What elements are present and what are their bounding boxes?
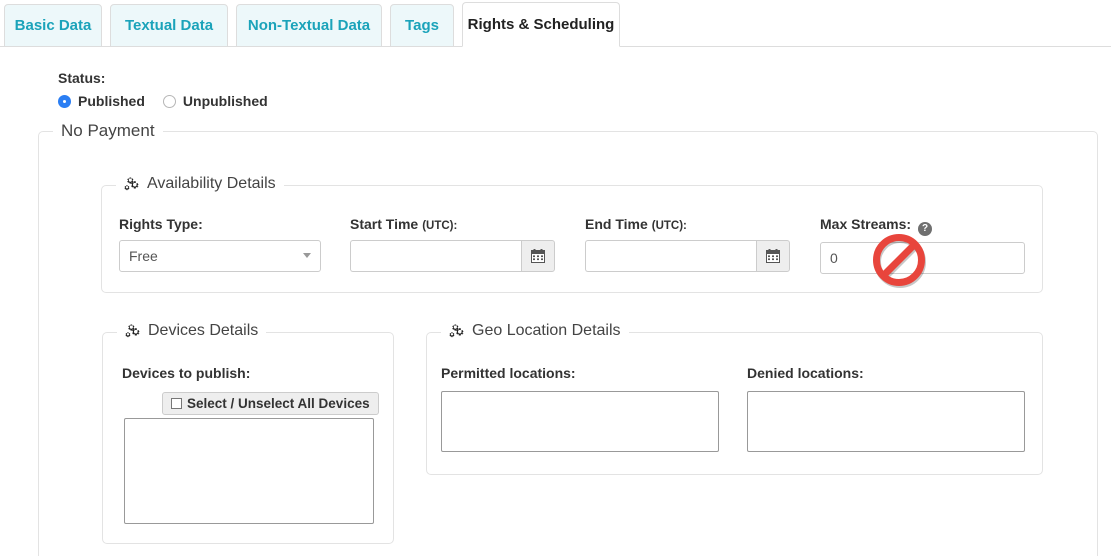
tab-bar: Basic Data Textual Data Non-Textual Data… bbox=[0, 0, 1111, 47]
status-label: Status: bbox=[58, 70, 106, 86]
start-time-label-main: Start Time bbox=[350, 216, 419, 232]
select-all-devices-label: Select / Unselect All Devices bbox=[187, 396, 370, 411]
status-option-published-label: Published bbox=[78, 93, 145, 109]
permitted-locations-listbox[interactable] bbox=[441, 391, 719, 452]
end-time-field: End Time (UTC): bbox=[585, 216, 790, 272]
end-time-input[interactable] bbox=[585, 240, 756, 272]
geo-location-details-legend-label: Geo Location Details bbox=[472, 322, 621, 339]
max-streams-label: Max Streams: ? bbox=[820, 216, 1025, 236]
availability-details-legend-label: Availability Details bbox=[147, 175, 276, 192]
tab-rights-scheduling[interactable]: Rights & Scheduling bbox=[462, 2, 620, 47]
calendar-icon bbox=[531, 249, 545, 263]
tab-tags-label: Tags bbox=[405, 17, 439, 34]
tab-rights-scheduling-label: Rights & Scheduling bbox=[467, 16, 615, 33]
devices-to-publish-label: Devices to publish: bbox=[122, 365, 251, 381]
status-option-unpublished-label: Unpublished bbox=[182, 93, 268, 109]
start-time-input[interactable] bbox=[350, 240, 521, 272]
tab-non-textual-data-label: Non-Textual Data bbox=[247, 17, 371, 34]
permitted-locations-field: Permitted locations: bbox=[441, 365, 731, 452]
status-block: Status: Published Unpublished bbox=[58, 70, 268, 109]
select-all-devices-checkbox[interactable] bbox=[171, 398, 182, 409]
end-time-input-group bbox=[585, 240, 790, 272]
help-icon[interactable]: ? bbox=[918, 222, 933, 236]
radio-unpublished[interactable] bbox=[162, 94, 176, 108]
cogs-icon bbox=[125, 324, 142, 339]
start-time-field: Start Time (UTC): bbox=[350, 216, 555, 272]
tab-tags[interactable]: Tags bbox=[390, 4, 454, 47]
start-time-label-sub: (UTC): bbox=[422, 220, 458, 232]
devices-details-legend: Devices Details bbox=[117, 322, 267, 340]
rights-type-select-wrap bbox=[119, 240, 321, 272]
max-streams-input[interactable] bbox=[820, 242, 1025, 274]
availability-details-panel: Availability Details Rights Type: Start … bbox=[101, 175, 1043, 293]
rights-type-field: Rights Type: bbox=[119, 216, 321, 272]
devices-details-panel: Devices Details Devices to publish: Sele… bbox=[102, 322, 394, 544]
rights-scheduling-page: Basic Data Textual Data Non-Textual Data… bbox=[0, 0, 1111, 556]
denied-locations-field: Denied locations: bbox=[747, 365, 1037, 452]
denied-locations-listbox[interactable] bbox=[747, 391, 1025, 452]
permitted-locations-label: Permitted locations: bbox=[441, 365, 576, 381]
payment-section-legend-label: No Payment bbox=[61, 121, 155, 140]
end-time-calendar-button[interactable] bbox=[756, 240, 790, 272]
status-option-published[interactable]: Published bbox=[58, 93, 145, 109]
tab-textual-data-label: Textual Data bbox=[124, 17, 214, 34]
payment-section-legend: No Payment bbox=[53, 121, 163, 141]
geo-location-details-panel: Geo Location Details Permitted locations… bbox=[426, 322, 1043, 475]
calendar-icon bbox=[766, 249, 780, 263]
cogs-icon bbox=[124, 177, 141, 192]
tab-non-textual-data[interactable]: Non-Textual Data bbox=[236, 4, 382, 47]
devices-details-legend-label: Devices Details bbox=[148, 322, 259, 339]
start-time-input-group bbox=[350, 240, 555, 272]
status-radio-group: Published Unpublished bbox=[58, 93, 268, 109]
max-streams-field: Max Streams: ? bbox=[820, 216, 1025, 274]
end-time-label: End Time (UTC): bbox=[585, 216, 790, 232]
radio-published[interactable] bbox=[58, 94, 71, 108]
denied-locations-label: Denied locations: bbox=[747, 365, 864, 381]
max-streams-label-text: Max Streams: bbox=[820, 216, 912, 232]
rights-type-select[interactable] bbox=[119, 240, 321, 272]
end-time-label-sub: (UTC): bbox=[651, 220, 687, 232]
start-time-calendar-button[interactable] bbox=[521, 240, 555, 272]
tab-basic-data-label: Basic Data bbox=[14, 17, 92, 34]
availability-details-legend: Availability Details bbox=[116, 175, 284, 193]
geo-location-details-legend: Geo Location Details bbox=[441, 322, 629, 340]
devices-listbox[interactable] bbox=[124, 418, 374, 524]
end-time-label-main: End Time bbox=[585, 216, 648, 232]
cogs-icon bbox=[449, 324, 466, 339]
tab-textual-data[interactable]: Textual Data bbox=[110, 4, 228, 47]
select-all-devices-button[interactable]: Select / Unselect All Devices bbox=[162, 392, 379, 415]
status-option-unpublished[interactable]: Unpublished bbox=[162, 93, 268, 109]
help-icon-glyph: ? bbox=[921, 223, 929, 234]
start-time-label: Start Time (UTC): bbox=[350, 216, 555, 232]
tab-basic-data[interactable]: Basic Data bbox=[4, 4, 102, 47]
rights-type-label: Rights Type: bbox=[119, 216, 203, 232]
